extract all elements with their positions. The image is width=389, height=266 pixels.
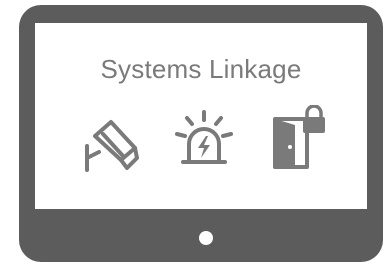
alarm-siren-icon — [175, 110, 233, 164]
cctv-camera-icon — [85, 120, 139, 172]
monitor-screen: Systems Linkage — [35, 23, 367, 209]
power-indicator — [199, 231, 213, 245]
monitor-bezel: Systems Linkage — [19, 5, 383, 262]
screen-title: Systems Linkage — [100, 54, 302, 84]
stage: Systems Linkage — [0, 0, 389, 266]
locked-door-icon — [273, 105, 325, 169]
